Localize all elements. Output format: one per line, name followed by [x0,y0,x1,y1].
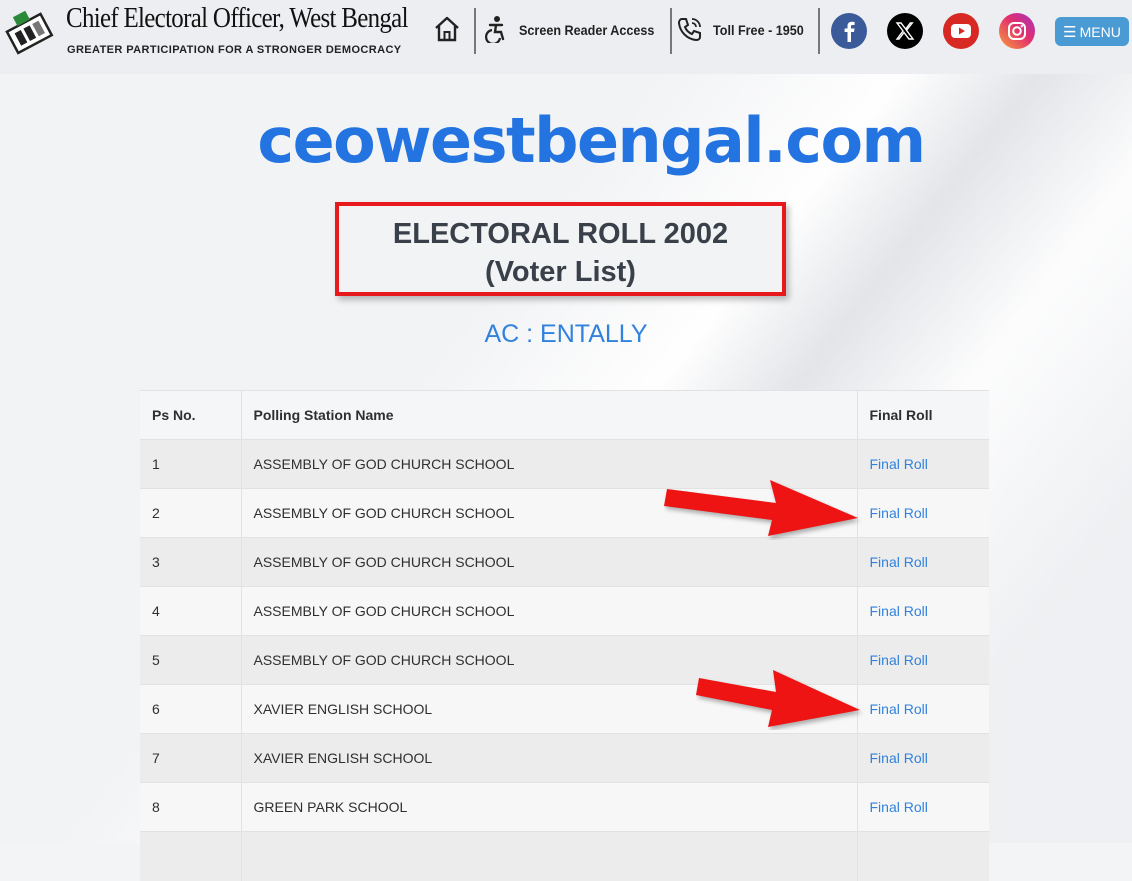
watermark-domain: ceowestbengal.com [257,104,926,177]
station-name-cell: ASSEMBLY OF GOD CHURCH SCHOOL [240,586,857,636]
polling-station-table: Ps No. Polling Station Name Final Roll 1… [140,390,989,881]
ps-no-cell: 2 [140,488,241,538]
final-roll-link[interactable]: Final Roll [870,456,928,472]
final-roll-link[interactable]: Final Roll [870,799,928,815]
assembly-constituency-label: AC : ENTALLY [484,320,648,348]
header-divider [818,8,820,54]
site-header: Chief Electoral Officer, West Bengal GRE… [0,0,1132,74]
final-roll-link[interactable]: Final Roll [870,701,928,717]
table-row: 3 ASSEMBLY OF GOD CHURCH SCHOOL Final Ro… [140,537,989,587]
station-name-cell: XAVIER ENGLISH SCHOOL [240,733,857,783]
final-roll-link[interactable]: Final Roll [870,505,928,521]
final-roll-link[interactable]: Final Roll [870,554,928,570]
table-row: 7 XAVIER ENGLISH SCHOOL Final Roll [140,733,989,783]
menu-label: MENU [1079,23,1121,40]
ps-no-cell: 7 [140,733,241,783]
column-header-final-roll[interactable]: Final Roll [856,390,989,440]
red-arrow-annotation-icon [696,670,860,727]
final-roll-link[interactable]: Final Roll [870,652,928,668]
ps-no-cell: 3 [140,537,241,587]
page-title: ELECTORAL ROLL 2002 [392,218,729,250]
ps-no-cell: 6 [140,684,241,734]
ps-no-cell: 1 [140,439,241,489]
ps-no-cell [140,831,241,881]
column-header-ps-no[interactable]: Ps No. [140,390,241,440]
hamburger-icon: ☰ [1063,23,1077,41]
ps-no-cell: 5 [140,635,241,685]
x-icon[interactable] [887,13,923,49]
site-tagline: GREATER PARTICIPATION FOR A STRONGER DEM… [67,44,402,56]
toll-free-link[interactable]: Toll Free - 1950 [713,22,804,38]
final-roll-link[interactable]: Final Roll [870,750,928,766]
facebook-icon[interactable] [831,13,867,49]
ballot-box-logo-icon[interactable] [2,4,62,58]
page-title-box: ELECTORAL ROLL 2002 (Voter List) [335,202,786,296]
station-name-cell: GREEN PARK SCHOOL [240,782,857,832]
instagram-icon[interactable] [999,13,1035,49]
header-divider [474,8,476,54]
page-subtitle: (Voter List) [485,256,636,288]
header-divider [670,8,672,54]
site-title[interactable]: Chief Electoral Officer, West Bengal [66,2,408,35]
ps-no-cell: 4 [140,586,241,636]
accessibility-icon[interactable] [482,15,510,43]
menu-button[interactable]: ☰ MENU [1055,17,1129,46]
ps-no-cell: 8 [140,782,241,832]
column-header-station-name[interactable]: Polling Station Name [240,390,857,440]
final-roll-link[interactable]: Final Roll [870,603,928,619]
youtube-icon[interactable] [943,13,979,49]
table-header-row: Ps No. Polling Station Name Final Roll [140,390,989,440]
screen-reader-access-link[interactable]: Screen Reader Access [519,22,654,38]
home-icon[interactable] [433,15,461,43]
table-row: 8 GREEN PARK SCHOOL Final Roll [140,782,989,832]
station-name-cell [240,831,857,881]
station-name-cell: ASSEMBLY OF GOD CHURCH SCHOOL [240,537,857,587]
table-row [140,831,989,881]
table-row: 4 ASSEMBLY OF GOD CHURCH SCHOOL Final Ro… [140,586,989,636]
phone-icon[interactable] [676,15,704,43]
red-arrow-annotation-icon [664,480,858,536]
main-content: ceowestbengal.com ELECTORAL ROLL 2002 (V… [0,74,1132,881]
